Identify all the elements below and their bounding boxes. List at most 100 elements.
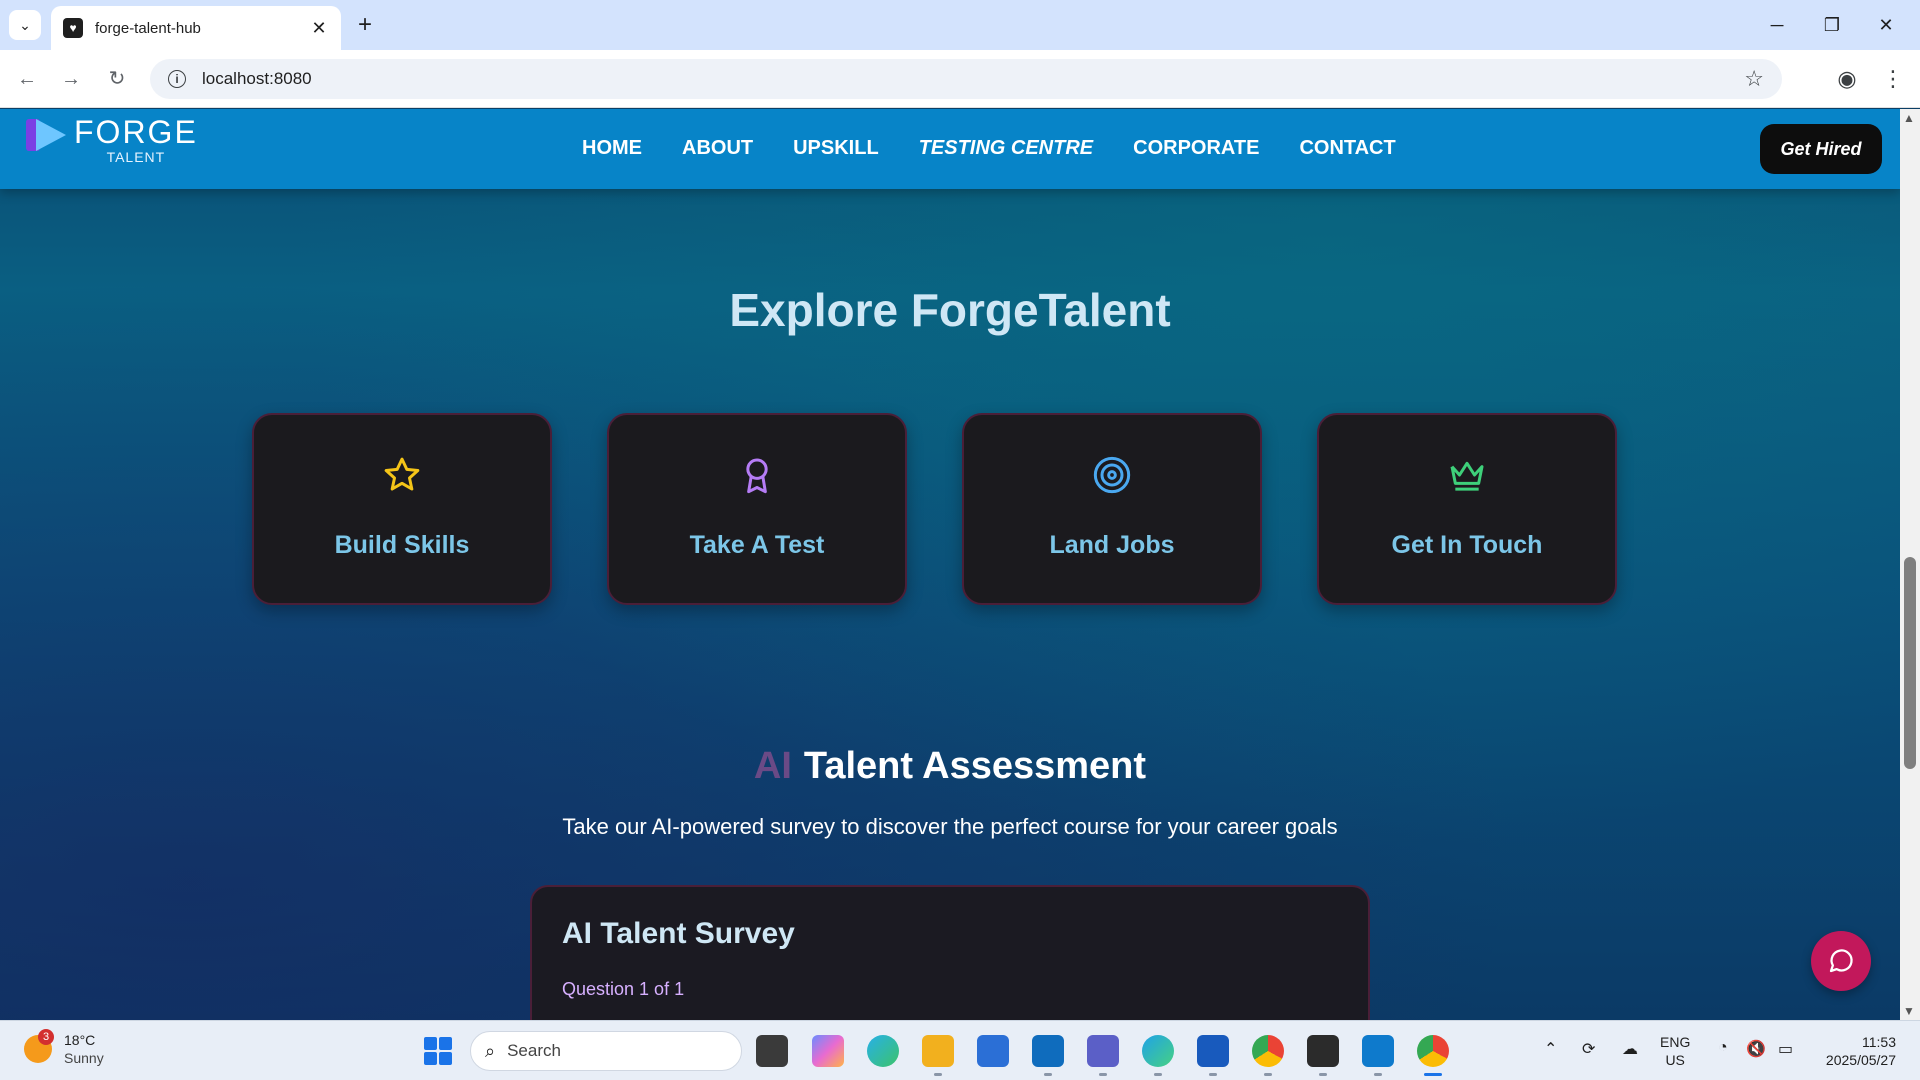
question-counter: Question 1 of 1 — [562, 979, 685, 999]
forge-talent-logo[interactable]: FORGE TALENT — [26, 115, 198, 165]
file-explorer-icon[interactable] — [922, 1035, 954, 1067]
language-primary: ENG — [1660, 1034, 1691, 1050]
target-icon — [964, 455, 1260, 495]
restore-icon[interactable]: ❐ — [1812, 10, 1852, 40]
bookmark-star-icon[interactable]: ☆ — [1744, 66, 1764, 92]
windows-start-icon[interactable] — [424, 1037, 452, 1065]
nav-upskill[interactable]: UPSKILL — [793, 137, 879, 160]
running-indicator — [1264, 1073, 1272, 1076]
browser-tab[interactable]: ♥ forge-talent-hub ✕ — [51, 6, 341, 50]
close-tab-icon[interactable]: ✕ — [309, 18, 329, 39]
card-take-a-test[interactable]: Take A Test — [607, 413, 907, 605]
card-get-in-touch[interactable]: Get In Touch — [1317, 413, 1617, 605]
card-label: Take A Test — [689, 531, 825, 559]
wifi-icon[interactable]: ◔ — [1718, 1039, 1728, 1057]
language-indicator[interactable]: ENG US — [1660, 1033, 1690, 1069]
card-land-jobs[interactable]: Land Jobs — [962, 413, 1262, 605]
outlook-icon[interactable] — [1032, 1035, 1064, 1067]
clock-date: 2025/05/27 — [1825, 1052, 1896, 1068]
heart-favicon-icon: ♥ — [63, 18, 83, 38]
assessment-title: AI Talent Assessment — [0, 745, 1900, 788]
taskbar-search[interactable]: ⌕ Search — [470, 1031, 742, 1071]
scrollbar-thumb[interactable] — [1904, 557, 1916, 769]
sun-icon: 3 — [24, 1029, 54, 1063]
task-view-icon[interactable] — [756, 1035, 788, 1067]
get-hired-button[interactable]: Get Hired — [1760, 124, 1882, 174]
tab-search-button[interactable]: ⌄ — [9, 10, 41, 40]
card-label: Build Skills — [334, 531, 470, 559]
scroll-down-arrow-icon[interactable]: ▼ — [1903, 1004, 1915, 1018]
terminal-icon[interactable] — [1307, 1035, 1339, 1067]
explore-title: Explore ForgeTalent — [729, 284, 1171, 336]
page-scrollbar[interactable]: ▲ ▼ — [1900, 109, 1920, 1020]
nav-about[interactable]: ABOUT — [682, 137, 753, 160]
reload-icon[interactable]: ↻ — [104, 66, 130, 92]
star-icon — [254, 455, 550, 495]
url-text[interactable]: localhost:8080 — [202, 69, 1744, 89]
chat-bubble-icon — [1829, 949, 1853, 973]
award-icon — [609, 455, 905, 495]
assessment-title-text: Talent Assessment — [803, 745, 1147, 787]
nav-home[interactable]: HOME — [582, 137, 642, 160]
survey-title: AI Talent Survey — [562, 917, 795, 950]
battery-icon[interactable]: ▭ — [1778, 1039, 1793, 1059]
close-window-icon[interactable]: ✕ — [1866, 10, 1906, 40]
back-arrow-icon[interactable]: ← — [14, 66, 40, 92]
nav-contact[interactable]: CONTACT — [1299, 137, 1395, 160]
active-indicator — [1424, 1073, 1442, 1076]
sync-icon[interactable]: ⟳ — [1582, 1039, 1595, 1059]
mute-icon[interactable]: 🔇 — [1746, 1039, 1766, 1059]
weather-widget[interactable]: 3 18°C Sunny — [24, 1029, 104, 1067]
word-icon[interactable] — [1197, 1035, 1229, 1067]
nav-testing-centre[interactable]: TESTING CENTRE — [919, 137, 1093, 160]
weather-temperature: 18°C — [64, 1032, 96, 1048]
chevron-down-icon: ⌄ — [19, 16, 31, 33]
profile-icon[interactable]: ◉ — [1832, 64, 1862, 94]
logo-talent-text: TALENT — [106, 149, 166, 165]
teams-icon[interactable] — [1087, 1035, 1119, 1067]
chat-button[interactable] — [1811, 931, 1871, 991]
logo-forge-text: FORGE — [74, 114, 198, 150]
card-label: Get In Touch — [1391, 531, 1543, 559]
chrome-icon[interactable] — [1252, 1035, 1284, 1067]
clock-time: 11:53 — [1862, 1034, 1896, 1050]
copilot-icon[interactable] — [812, 1035, 844, 1067]
menu-kebab-icon[interactable]: ⋮ — [1878, 64, 1908, 94]
address-bar[interactable]: i localhost:8080 ☆ — [150, 59, 1782, 99]
search-icon: ⌕ — [485, 1040, 496, 1061]
scroll-up-arrow-icon[interactable]: ▲ — [1903, 111, 1915, 125]
nav-corporate[interactable]: CORPORATE — [1133, 137, 1259, 160]
edge-icon[interactable] — [1142, 1035, 1174, 1067]
weather-condition: Sunny — [64, 1050, 104, 1066]
page-viewport: FORGE TALENT HOME ABOUT UPSKILL TESTING … — [0, 109, 1900, 1020]
running-indicator — [1374, 1073, 1382, 1076]
taskbar-search-text: Search — [507, 1041, 561, 1060]
minimize-icon[interactable]: ─ — [1757, 10, 1797, 40]
site-navbar: FORGE TALENT HOME ABOUT UPSKILL TESTING … — [0, 109, 1900, 189]
running-indicator — [1154, 1073, 1162, 1076]
running-indicator — [934, 1073, 942, 1076]
ai-prefix: AI — [753, 745, 792, 787]
chrome-active-icon[interactable] — [1417, 1035, 1449, 1067]
edge-dev-icon[interactable] — [867, 1035, 899, 1067]
tab-title: forge-talent-hub — [95, 19, 201, 37]
site-info-icon[interactable]: i — [168, 70, 186, 88]
language-region: US — [1665, 1052, 1685, 1068]
card-build-skills[interactable]: Build Skills — [252, 413, 552, 605]
running-indicator — [1044, 1073, 1052, 1076]
chevron-up-icon[interactable]: ⌃ — [1544, 1039, 1557, 1059]
logo-mark-icon — [26, 119, 70, 151]
new-tab-button[interactable]: + — [352, 12, 378, 38]
running-indicator — [1319, 1073, 1327, 1076]
card-label: Land Jobs — [1049, 531, 1175, 559]
system-clock[interactable]: 11:53 2025/05/27 — [1816, 1033, 1896, 1069]
browser-tab-strip: ⌄ ♥ forge-talent-hub ✕ + ─ ❐ ✕ — [0, 0, 1920, 50]
forward-arrow-icon[interactable]: → — [58, 66, 84, 92]
survey-card: AI Talent Survey Question 1 of 1 — [530, 885, 1370, 1020]
store-icon[interactable] — [977, 1035, 1009, 1067]
crown-icon — [1319, 455, 1615, 495]
browser-toolbar: ← → ↻ i localhost:8080 ☆ ◉ ⋮ — [0, 50, 1920, 108]
weather-badge: 3 — [38, 1029, 54, 1045]
onedrive-icon[interactable]: ☁ — [1622, 1039, 1638, 1059]
vscode-icon[interactable] — [1362, 1035, 1394, 1067]
